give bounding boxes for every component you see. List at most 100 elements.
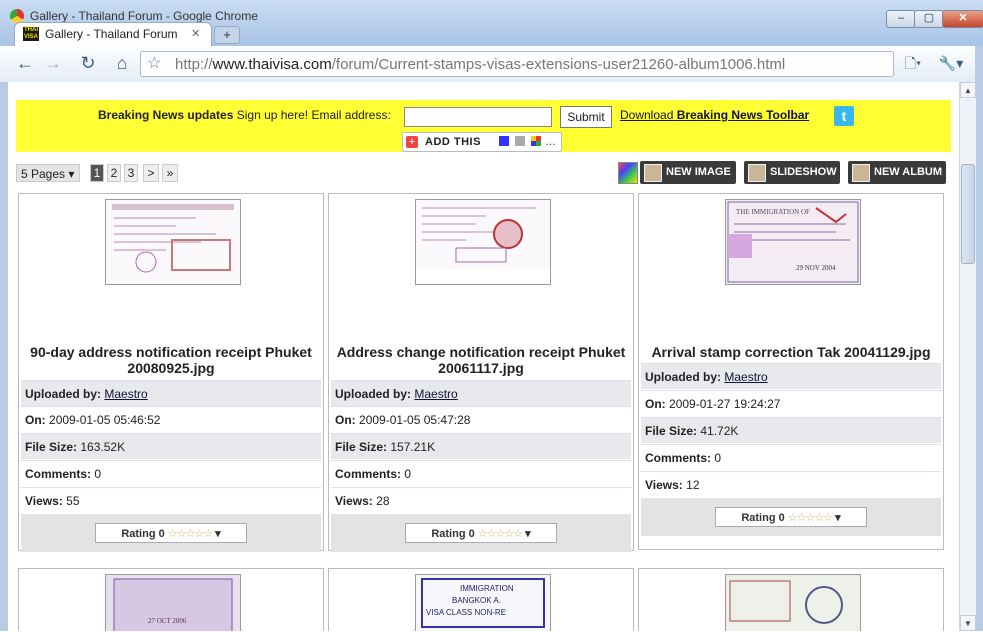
tab-gallery[interactable]: THAI VISA Gallery - Thailand Forum ✕ — [14, 22, 212, 47]
stamp-text: THE IMMIGRATION OF — [736, 208, 810, 216]
email-field[interactable] — [404, 107, 552, 127]
rating-label: Rating 0 — [121, 528, 165, 540]
passport-page-image — [726, 575, 860, 631]
uploaded-by-label: Uploaded by: — [335, 387, 412, 401]
date-row: On: 2009-01-05 05:47:28 — [331, 406, 631, 432]
slideshow-label: SLIDESHOW — [770, 166, 837, 178]
pages-dropdown[interactable]: 5 Pages ▾ — [16, 164, 80, 182]
filesize-row: File Size: 163.52K — [21, 433, 321, 459]
chevron-down-icon: ▾ — [68, 167, 75, 181]
file-size-value: 163.52K — [80, 440, 126, 454]
date-value: 2009-01-05 05:47:28 — [359, 413, 471, 427]
home-button[interactable]: ⌂ — [111, 52, 133, 74]
title-line: 20080925.jpg — [127, 360, 215, 376]
on-label: On: — [645, 397, 666, 411]
file-size-value: 41.72K — [700, 424, 739, 438]
file-size-label: File Size: — [335, 440, 388, 454]
tab-label: Gallery - Thailand Forum — [45, 27, 178, 41]
download-prefix: Download — [620, 108, 677, 122]
gallery-item: IMMIGRATION BANGKOK A. VISA CLASS NON-RE — [328, 568, 634, 631]
arrival-stamp-image: THE IMMIGRATION OF 29 NOV 2004 — [726, 200, 860, 284]
forward-button[interactable]: → — [42, 52, 64, 74]
last-page-link[interactable]: » — [162, 164, 178, 182]
windows-icon — [531, 136, 541, 146]
gallery-item: 90-day address notification receipt Phuk… — [18, 193, 324, 552]
uploader-row: Uploaded by: Maestro — [641, 363, 941, 389]
image-thumbnail[interactable]: 27 OCT 2006 — [105, 574, 241, 631]
filesize-row: File Size: 41.72K — [641, 417, 941, 443]
image-icon — [644, 164, 662, 182]
tab-close-icon[interactable]: ✕ — [191, 27, 200, 40]
views-label: Views: — [645, 478, 683, 492]
gallery-item — [638, 568, 944, 631]
date-row: On: 2009-01-27 19:24:27 — [641, 390, 941, 416]
title-line: 90-day address notification receipt Phuk… — [30, 344, 312, 360]
image-thumbnail[interactable] — [105, 199, 241, 285]
slideshow-button[interactable]: SLIDESHOW — [744, 161, 840, 184]
back-button[interactable]: ← — [14, 52, 36, 74]
minimize-button[interactable]: – — [886, 10, 916, 28]
url-text[interactable]: http://www.thaivisa.com/forum/Current-st… — [175, 56, 785, 73]
page-link-3[interactable]: 3 — [124, 164, 138, 182]
page-link-2[interactable]: 2 — [107, 164, 121, 182]
thaivisa-favicon-icon: THAI VISA — [23, 27, 39, 41]
comments-row: Comments: 0 — [641, 444, 941, 470]
twitter-icon[interactable]: t — [834, 106, 854, 126]
scroll-up-icon[interactable]: ▲ — [960, 82, 976, 98]
comments-value: 0 — [404, 467, 412, 481]
views-label: Views: — [335, 494, 373, 508]
views-label: Views: — [25, 494, 63, 508]
immigration-stamp-image: IMMIGRATION BANGKOK A. VISA CLASS NON-RE — [416, 575, 550, 631]
download-bold: Breaking News Toolbar — [676, 108, 810, 122]
title-line: 20061117.jpg — [438, 360, 524, 376]
rating-dropdown[interactable]: Rating 0 ☆☆☆☆☆ ▾ — [715, 507, 867, 527]
uploader-link[interactable]: Maestro — [104, 387, 147, 401]
comments-row: Comments: 0 — [21, 460, 321, 486]
page-menu-button[interactable]: 🗋▾ — [898, 52, 928, 74]
window-left-border — [0, 82, 8, 631]
uploader-link[interactable]: Maestro — [724, 370, 767, 384]
image-thumbnail[interactable]: IMMIGRATION BANGKOK A. VISA CLASS NON-RE — [415, 574, 551, 631]
scrollbar-thumb[interactable] — [961, 164, 975, 264]
image-thumbnail[interactable] — [725, 574, 861, 631]
rating-dropdown[interactable]: Rating 0 ☆☆☆☆☆ ▾ — [95, 523, 247, 543]
scroll-down-icon[interactable]: ▼ — [960, 615, 976, 631]
address-bar[interactable]: ☆ http://www.thaivisa.com/forum/Current-… — [140, 51, 894, 77]
download-toolbar-link[interactable]: Download Breaking News Toolbar — [620, 108, 809, 122]
page-scrollbar[interactable]: ▲ ▼ — [959, 82, 976, 631]
image-title[interactable]: 90-day address notification receipt Phuk… — [19, 344, 323, 376]
stamp-date-text: 29 NOV 2004 — [796, 264, 836, 272]
title-line: Address change notification receipt Phuk… — [336, 344, 626, 360]
image-title[interactable]: Arrival stamp correction Tak 20041129.jp… — [639, 344, 943, 360]
more-icon: … — [545, 136, 556, 148]
new-image-button[interactable]: NEW IMAGE — [640, 161, 736, 184]
close-button[interactable]: ✕ — [942, 10, 983, 28]
maximize-button[interactable]: ▢ — [914, 10, 944, 28]
image-thumbnail[interactable] — [415, 199, 551, 285]
receipt-document-image — [106, 200, 240, 284]
page-content: Breaking News updates Sign up here! Emai… — [8, 82, 959, 631]
next-page-link[interactable]: > — [143, 164, 159, 182]
breaking-news-label: Breaking News updates — [98, 108, 234, 122]
reload-button[interactable]: ↻ — [77, 52, 99, 74]
new-album-button[interactable]: NEW ALBUM — [848, 161, 946, 184]
star-rating-icon: ☆☆☆☆☆ — [787, 512, 833, 524]
uploader-row: Uploaded by: Maestro — [331, 380, 631, 406]
breaking-news-banner: Breaking News updates Sign up here! Emai… — [16, 100, 951, 152]
views-row: Views: 28 — [331, 487, 631, 513]
image-title[interactable]: Address change notification receipt Phuk… — [329, 344, 633, 376]
submit-button[interactable]: Submit — [560, 106, 612, 128]
new-tab-button[interactable]: + — [214, 26, 240, 44]
bookmark-star-icon[interactable]: ☆ — [147, 53, 161, 73]
signup-prompt: Sign up here! Email address: — [236, 108, 391, 122]
views-value: 55 — [66, 494, 80, 508]
color-picker-icon[interactable] — [618, 162, 638, 184]
addthis-button[interactable]: + ADD THIS … — [402, 132, 562, 152]
rating-dropdown[interactable]: Rating 0 ☆☆☆☆☆ ▾ — [405, 523, 557, 543]
date-value: 2009-01-27 19:24:27 — [669, 397, 781, 411]
wrench-menu-button[interactable]: 🔧▾ — [936, 52, 966, 74]
page-link-1[interactable]: 1 — [90, 164, 104, 182]
image-thumbnail[interactable]: THE IMMIGRATION OF 29 NOV 2004 — [725, 199, 861, 285]
uploader-link[interactable]: Maestro — [414, 387, 457, 401]
file-size-label: File Size: — [645, 424, 698, 438]
